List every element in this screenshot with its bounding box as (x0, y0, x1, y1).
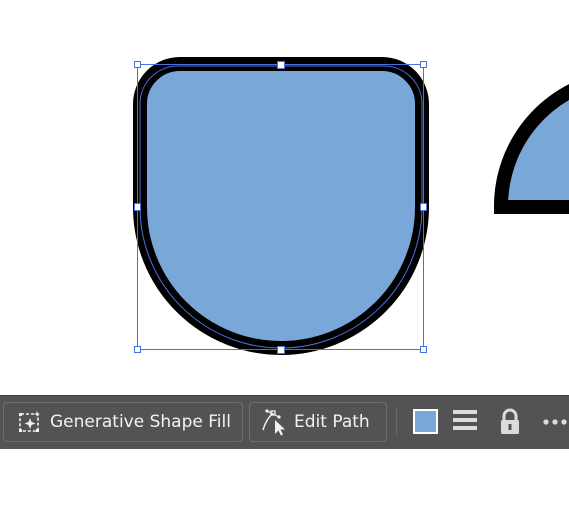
handle-middle-left[interactable] (134, 203, 141, 211)
more-options-icon[interactable] (541, 412, 569, 436)
contextual-task-bar: Generative Shape Fill Edit Path (0, 395, 569, 449)
edit-path-button[interactable]: Edit Path (249, 402, 387, 442)
half-circle-shape[interactable] (493, 78, 569, 214)
rounded-shape[interactable] (133, 57, 429, 355)
generative-fill-icon (16, 408, 44, 436)
lock-icon[interactable] (498, 408, 522, 440)
generative-shape-fill-label: Generative Shape Fill (50, 412, 231, 432)
edit-path-label: Edit Path (294, 412, 370, 432)
handle-bottom-middle[interactable] (277, 346, 285, 354)
handle-bottom-left[interactable] (134, 346, 141, 353)
fill-color-swatch[interactable] (413, 409, 438, 434)
handle-middle-right[interactable] (420, 203, 427, 211)
handle-top-middle[interactable] (277, 61, 285, 69)
stroke-options-icon[interactable] (452, 409, 478, 437)
edit-path-icon (260, 408, 288, 436)
handle-bottom-right[interactable] (420, 346, 427, 353)
handle-top-right[interactable] (420, 61, 427, 68)
document-canvas[interactable] (0, 0, 569, 393)
taskbar-divider (396, 408, 397, 436)
handle-top-left[interactable] (134, 61, 141, 68)
canvas-artwork (133, 57, 569, 355)
generative-shape-fill-button[interactable]: Generative Shape Fill (3, 402, 243, 442)
